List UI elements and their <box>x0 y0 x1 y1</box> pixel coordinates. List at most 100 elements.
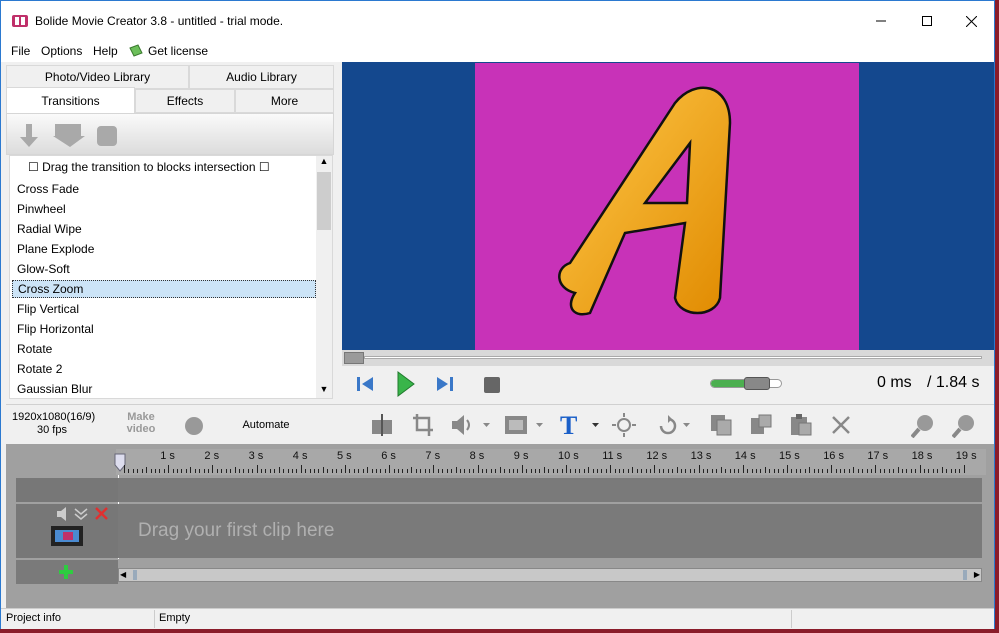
minimize-button[interactable] <box>858 1 904 41</box>
time-ruler[interactable]: 1 s 2 s 3 s 4 s 5 s 6 s 7 s 8 s 9 s 10 s 11 s 12 s 1… <box>114 449 986 475</box>
play-icon[interactable] <box>397 371 415 397</box>
scroll-left-icon[interactable]: ◀ <box>120 570 126 579</box>
menu-options[interactable]: Options <box>41 44 82 58</box>
ruler-tick <box>769 469 771 473</box>
scroll-thumb[interactable] <box>317 172 331 230</box>
ruler-tick <box>415 469 417 473</box>
scroll-up-icon[interactable]: ▲ <box>316 156 332 170</box>
ruler-tick <box>928 469 930 473</box>
delete-icon[interactable] <box>832 416 850 434</box>
transition-item[interactable]: Flip Horizontal <box>12 320 316 338</box>
ruler-tick <box>716 469 718 473</box>
transition-item[interactable]: Glow-Soft <box>12 260 316 278</box>
volume-dropdown-icon[interactable] <box>451 414 491 436</box>
record-icon[interactable] <box>184 416 204 436</box>
remove-track-icon[interactable] <box>95 507 108 520</box>
cut-icon[interactable] <box>750 414 772 436</box>
zoom-out-icon[interactable] <box>911 414 935 438</box>
collapse-icon[interactable] <box>74 508 88 520</box>
zoom-in-icon[interactable] <box>952 414 976 438</box>
transition-item[interactable]: Radial Wipe <box>12 220 316 238</box>
tab-audio-library[interactable]: Audio Library <box>189 65 334 89</box>
ruler-tick <box>906 469 908 473</box>
ruler-label: 10 s <box>558 450 579 462</box>
ruler-tick <box>318 469 320 473</box>
ruler-tick <box>645 469 647 473</box>
transition-item[interactable]: Cross Zoom <box>12 280 316 298</box>
copy-icon[interactable] <box>710 414 732 436</box>
scroll-thumb-right[interactable] <box>963 570 967 580</box>
ruler-label: 6 s <box>381 450 396 462</box>
ruler-label: 12 s <box>646 450 668 462</box>
paste-icon[interactable] <box>790 414 812 436</box>
split-icon[interactable] <box>370 414 394 436</box>
close-button[interactable] <box>948 1 994 41</box>
ruler-tick <box>420 469 422 473</box>
scroll-down-icon[interactable]: ▼ <box>316 384 332 398</box>
ruler-tick <box>720 467 722 473</box>
stop-icon[interactable] <box>484 377 500 393</box>
speaker-icon[interactable] <box>56 507 70 521</box>
ruler-tick <box>367 467 369 473</box>
ruler-tick <box>552 469 554 473</box>
arrow-down-icon[interactable] <box>19 124 39 148</box>
transition-item[interactable]: Gaussian Blur <box>12 380 316 398</box>
tab-more[interactable]: More <box>235 89 334 113</box>
volume-slider[interactable] <box>710 377 782 390</box>
transition-item[interactable]: Rotate 2 <box>12 360 316 378</box>
app-logo-icon <box>12 15 28 27</box>
volume-knob[interactable] <box>743 377 770 390</box>
ruler-tick <box>437 469 439 473</box>
ruler-tick <box>336 469 338 473</box>
menu-help[interactable]: Help <box>93 44 118 58</box>
step-back-icon[interactable] <box>356 376 374 392</box>
menu-get-license[interactable]: Get license <box>148 44 208 58</box>
video-track[interactable]: Drag your first clip here <box>118 504 982 558</box>
app-window: Bolide Movie Creator 3.8 - untitled - tr… <box>0 0 995 629</box>
transitions-scrollbar[interactable]: ▲ ▼ <box>316 156 332 398</box>
ruler-tick <box>243 469 245 473</box>
ruler-tick <box>296 469 298 473</box>
rotate-dropdown-icon[interactable] <box>656 415 692 435</box>
tab-effects[interactable]: Effects <box>135 89 235 113</box>
scroll-thumb-left[interactable] <box>133 570 137 580</box>
transition-item[interactable]: Cross Fade <box>12 180 316 198</box>
audio-track[interactable] <box>118 478 982 502</box>
film-strip-icon <box>51 526 83 546</box>
film-effect-icon[interactable] <box>504 414 544 436</box>
crop-icon[interactable] <box>413 414 433 436</box>
automate-button[interactable]: Automate <box>231 419 301 431</box>
timeline-scrollbar[interactable]: ◀ ▶ <box>118 568 982 582</box>
ruler-tick <box>884 469 886 473</box>
double-arrow-down-icon[interactable] <box>53 124 85 148</box>
tab-transitions[interactable]: Transitions <box>6 87 135 113</box>
ruler-label: 5 s <box>337 450 352 462</box>
step-forward-icon[interactable] <box>436 376 454 392</box>
menu-file[interactable]: File <box>11 44 30 58</box>
fps-label[interactable]: 30 fps <box>12 424 92 436</box>
ruler-tick <box>380 469 382 473</box>
resolution-label[interactable]: 1920x1080(16/9) <box>12 411 95 423</box>
seek-bar[interactable] <box>342 350 994 366</box>
ruler-tick <box>411 467 413 473</box>
stop-square-icon[interactable] <box>97 126 117 146</box>
transition-item[interactable]: Plane Explode <box>12 240 316 258</box>
add-track-icon[interactable] <box>59 565 73 579</box>
ruler-tick <box>402 469 404 473</box>
seek-handle[interactable] <box>344 352 364 364</box>
ruler-tick <box>256 465 258 473</box>
text-tool-icon[interactable]: T <box>560 412 600 438</box>
maximize-button[interactable] <box>904 1 950 41</box>
make-video-button[interactable]: Make video <box>121 411 161 435</box>
transition-item[interactable]: Pinwheel <box>12 200 316 218</box>
ruler-tick <box>932 469 934 473</box>
transition-item[interactable]: Flip Vertical <box>12 300 316 318</box>
scroll-right-icon[interactable]: ▶ <box>974 570 980 579</box>
brightness-icon[interactable] <box>612 413 636 437</box>
tab-photo-video-library[interactable]: Photo/Video Library <box>6 65 189 89</box>
ruler-label: 16 s <box>823 450 844 462</box>
ruler-tick <box>349 469 351 473</box>
seek-track[interactable] <box>364 356 982 359</box>
ruler-tick <box>583 469 585 473</box>
transition-item[interactable]: Rotate <box>12 340 316 358</box>
